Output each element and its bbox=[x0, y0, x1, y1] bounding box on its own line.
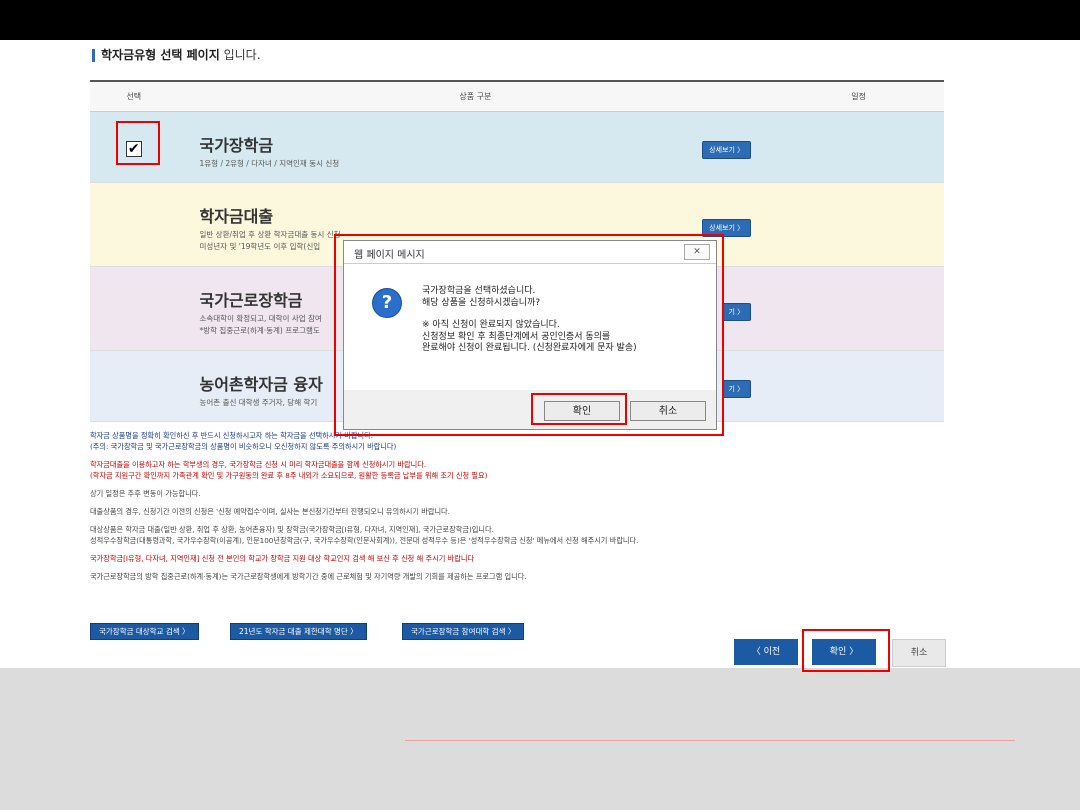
notice-list: 학자금 상품명을 정확히 확인하신 후 반드시 신청하시고자 하는 학자금을 선… bbox=[90, 430, 950, 589]
school-search-button[interactable]: 국가장학금 대상학교 검색 〉 bbox=[90, 623, 199, 640]
select-cell bbox=[90, 266, 178, 351]
header-product: 상품 구분 bbox=[177, 80, 774, 112]
product-cell: 국가장학금 1유형 / 2유형 / 다자녀 / 지역인재 동시 신청 상세보기 … bbox=[177, 111, 774, 183]
product-name: 국가장학금 bbox=[199, 136, 274, 155]
select-cell bbox=[90, 350, 178, 422]
schedule-cell bbox=[773, 111, 944, 183]
dialog-body: ? 국가장학금을 선택하셨습니다. 해당 상품을 신청하시겠습니까? ※ 아직 … bbox=[344, 264, 716, 390]
confirm-highlight bbox=[802, 629, 890, 672]
schedule-cell bbox=[773, 350, 944, 422]
detail-button[interactable]: 상세보기 〉 bbox=[702, 141, 752, 159]
notice-item: 대상상품은 학자금 대출(일반 상환, 취업 후 상환, 농어촌융자) 및 장학… bbox=[90, 525, 494, 534]
page-title-bold: 학자금유형 선택 페이지 bbox=[101, 48, 220, 62]
table-header: 선택 상품 구분 일정 bbox=[90, 80, 944, 112]
product-sub-2: 미성년자 및 '19학년도 이후 입학(신입 bbox=[199, 242, 321, 251]
cancel-button[interactable]: 취소 bbox=[892, 639, 946, 667]
notice-group-3: 대상상품은 학자금 대출(일반 상환, 취업 후 상환, 농어촌융자) 및 장학… bbox=[90, 524, 950, 546]
notice-item: 성적우수장학금(대통령과학, 국가우수장학(이공계), 인문100년장학금(구,… bbox=[90, 536, 639, 545]
dialog-title: 웹 페이지 메시지 bbox=[354, 250, 425, 261]
prev-button[interactable]: 〈 이전 bbox=[734, 639, 798, 665]
schedule-cell bbox=[773, 182, 944, 267]
dialog-message: 국가장학금을 선택하셨습니다. 해당 상품을 신청하시겠습니까? ※ 아직 신청… bbox=[422, 286, 637, 355]
notice-item: 상기 일정은 추후 변동이 가능합니다. bbox=[90, 489, 201, 498]
page-title-rest: 입니다. bbox=[219, 48, 261, 62]
checkbox-highlight bbox=[116, 121, 160, 165]
product-sub: 일반 상환/취업 후 상환 학자금대출 동시 신청 bbox=[199, 230, 341, 239]
title-bar-icon bbox=[92, 49, 95, 62]
dialog-line: ※ 아직 신청이 완료되지 않았습니다. bbox=[422, 320, 560, 330]
close-icon[interactable]: ✕ bbox=[684, 244, 710, 260]
detail-button[interactable]: 기 〉 bbox=[721, 303, 752, 321]
dialog-line: 해당 상품을 신청하시겠습니까? bbox=[422, 297, 541, 308]
header-schedule: 일정 bbox=[773, 80, 944, 112]
notice-item: 국가장학금[I유형, 다자녀, 지역인재] 신청 전 본인의 학교가 장학금 지… bbox=[90, 554, 475, 563]
work-university-search-button[interactable]: 국가근로장학금 참여대학 검색 〉 bbox=[402, 623, 525, 640]
header-select: 선택 bbox=[90, 80, 178, 112]
product-name: 국가근로장학금 bbox=[199, 291, 303, 310]
product-sub: 농어촌 출신 대학생 주거자, 당해 학기 bbox=[199, 398, 318, 407]
notice-item: 학자금대출을 이용하고자 하는 학부생의 경우, 국가장학금 신청 시 미리 학… bbox=[90, 460, 427, 469]
notice-item: (학자금 지원구간 확인까지 가족관계 확인 및 가구원동의 완료 후 8주 내… bbox=[90, 471, 488, 480]
product-sub: 소속대학이 확정되고, 대학이 사업 참여 bbox=[199, 314, 322, 323]
question-icon: ? bbox=[372, 288, 402, 318]
product-name: 농어촌학자금 융자 bbox=[199, 375, 323, 394]
product-sub-2: *방학 집중근로(하계·동계) 프로그램도 bbox=[199, 326, 320, 335]
product-name: 학자금대출 bbox=[199, 207, 274, 226]
notice-item: 대출상품의 경우, 신청기간 이전의 신청은 '신청 예약접수'이며, 실사는 … bbox=[90, 507, 450, 516]
dialog-line: 국가장학금을 선택하셨습니다. bbox=[422, 286, 536, 296]
dialog-line: 신청정보 확인 후 최종단계에서 공인인증서 동의를 bbox=[422, 331, 611, 342]
notice-group-2: 학자금대출을 이용하고자 하는 학부생의 경우, 국가장학금 신청 시 미리 학… bbox=[90, 459, 950, 481]
dialog-spacer bbox=[422, 309, 637, 320]
loan-restricted-list-button[interactable]: 21년도 학자금 대출 제한대학 명단 〉 bbox=[230, 623, 367, 640]
dialog-line: 완료해야 신청이 완료됩니다. (신청완료자에게 문자 발송) bbox=[422, 343, 637, 353]
bottom-band bbox=[0, 668, 1080, 810]
dialog-titlebar: 웹 페이지 메시지 ✕ bbox=[344, 241, 716, 264]
dialog-ok-button[interactable]: 확인 bbox=[544, 401, 620, 421]
message-dialog: 웹 페이지 메시지 ✕ ? 국가장학금을 선택하셨습니다. 해당 상품을 신청하… bbox=[343, 240, 717, 430]
page-title: 학자금유형 선택 페이지 입니다. bbox=[92, 46, 261, 63]
dialog-cancel-button[interactable]: 취소 bbox=[630, 401, 706, 421]
table-row-national-scholarship[interactable]: ✔ 국가장학금 1유형 / 2유형 / 다자녀 / 지역인재 동시 신청 상세보… bbox=[90, 111, 944, 183]
select-cell bbox=[90, 182, 178, 267]
detail-button[interactable]: 기 〉 bbox=[721, 380, 752, 398]
schedule-cell bbox=[773, 266, 944, 351]
notice-item: 국가근로장학금의 방학 집중근로(하계·동계)는 국가근로장학생에게 방학기간 … bbox=[90, 572, 527, 581]
divider-line bbox=[405, 740, 1015, 741]
product-sub: 1유형 / 2유형 / 다자녀 / 지역인재 동시 신청 bbox=[199, 159, 340, 168]
notice-item: (주의: 국가장학금 및 국가근로장학금의 상품명이 비슷하오니 오신청하지 않… bbox=[90, 442, 397, 451]
